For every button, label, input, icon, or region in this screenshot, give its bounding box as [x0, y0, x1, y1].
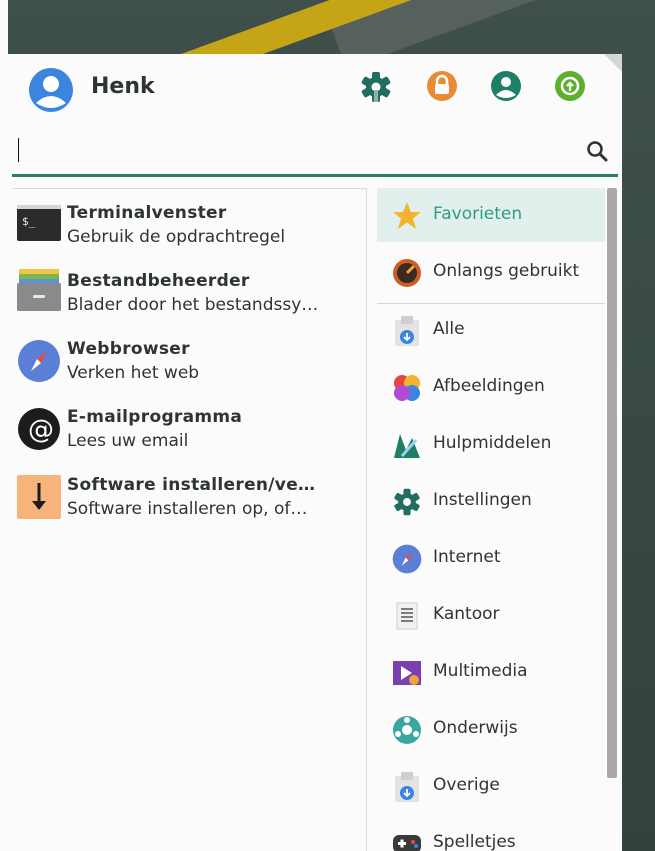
svg-text:@: @	[28, 415, 54, 445]
settings-icon	[392, 487, 422, 521]
app-title: Webbrowser	[67, 339, 190, 359]
multimedia-icon	[392, 658, 422, 692]
category-label: Favorieten	[433, 204, 523, 224]
category-label: Afbeeldingen	[433, 376, 545, 396]
search-icon[interactable]	[586, 140, 608, 166]
internet-icon	[392, 544, 422, 578]
app-item-web-browser[interactable]: Webbrowser Verken het web	[12, 325, 364, 391]
category-label: Instellingen	[433, 490, 532, 510]
app-item-file-manager[interactable]: Bestandbeheerder Blader door het bestand…	[12, 257, 364, 323]
category-label: Onlangs gebruikt	[433, 261, 580, 281]
app-subtitle: Software installeren op, of…	[67, 499, 308, 519]
lock-button[interactable]	[426, 70, 458, 106]
app-subtitle: Gebruik de opdrachtregel	[67, 227, 286, 247]
email-icon: @	[17, 407, 61, 455]
app-item-email[interactable]: @ E-mailprogramma Lees uw email	[12, 393, 364, 459]
image-icon	[392, 373, 422, 407]
category-item-spelletjes[interactable]: Spelletjes	[377, 816, 605, 851]
app-title: Software installeren/ve…	[67, 475, 316, 495]
application-menu: Henk $_ Terminalvenster Gebruik de opdra…	[8, 54, 622, 851]
star-icon	[392, 201, 422, 235]
other-icon	[392, 772, 422, 808]
category-label: Multimedia	[433, 661, 528, 681]
tools-icon	[392, 430, 422, 464]
desktop-edge	[0, 0, 8, 851]
avatar[interactable]	[28, 67, 74, 117]
category-label: Internet	[433, 547, 501, 567]
category-label: Hulpmiddelen	[433, 433, 552, 453]
user-icon	[491, 71, 521, 101]
web-browser-icon	[17, 339, 61, 387]
category-scrollbar[interactable]	[607, 188, 617, 778]
app-subtitle: Verken het web	[67, 363, 200, 383]
app-title: E-mailprogramma	[67, 407, 243, 427]
package-icon	[392, 316, 422, 352]
recent-icon	[392, 258, 422, 292]
category-item-multimedia[interactable]: Multimedia	[377, 645, 605, 699]
category-item-instellingen[interactable]: Instellingen	[377, 474, 605, 528]
search-field[interactable]	[12, 130, 618, 177]
favorites-app-list: $_ Terminalvenster Gebruik de opdrachtre…	[12, 188, 367, 851]
category-item-onlangs-gebruikt[interactable]: Onlangs gebruikt	[377, 245, 605, 299]
terminal-icon: $_	[17, 205, 61, 245]
lock-icon	[427, 71, 457, 101]
category-list: Favorieten Onlangs gebruikt Alle Afbeeld…	[377, 188, 605, 851]
app-title: Terminalvenster	[67, 203, 227, 223]
app-item-software-install[interactable]: Software installeren/ve… Software instal…	[12, 461, 364, 527]
category-item-kantoor[interactable]: Kantoor	[377, 588, 605, 642]
app-item-terminal[interactable]: $_ Terminalvenster Gebruik de opdrachtre…	[12, 189, 364, 255]
category-item-favorieten[interactable]: Favorieten	[377, 188, 605, 242]
category-item-hulpmiddelen[interactable]: Hulpmiddelen	[377, 417, 605, 471]
category-label: Kantoor	[433, 604, 500, 624]
file-manager-icon	[17, 269, 61, 315]
svg-text:$_: $_	[22, 215, 36, 228]
text-cursor	[18, 138, 19, 162]
category-item-alle[interactable]: Alle	[377, 303, 605, 357]
category-item-overige[interactable]: Overige	[377, 759, 605, 813]
category-label: Alle	[433, 319, 465, 339]
category-label: Spelletjes	[433, 832, 516, 851]
username: Henk	[91, 74, 155, 99]
gear-icon	[361, 72, 391, 102]
power-icon	[555, 71, 585, 101]
category-label: Onderwijs	[433, 718, 518, 738]
app-subtitle: Lees uw email	[67, 431, 189, 451]
category-item-afbeeldingen[interactable]: Afbeeldingen	[377, 360, 605, 414]
app-title: Bestandbeheerder	[67, 271, 250, 291]
office-icon	[392, 601, 422, 635]
category-item-onderwijs[interactable]: Onderwijs	[377, 702, 605, 756]
software-install-icon	[17, 475, 61, 523]
education-icon	[392, 715, 422, 749]
app-subtitle: Blader door het bestandssy…	[67, 295, 319, 315]
category-item-internet[interactable]: Internet	[377, 531, 605, 585]
games-icon	[392, 829, 422, 851]
user-button[interactable]	[490, 70, 522, 106]
power-button[interactable]	[554, 70, 586, 106]
menu-header: Henk	[8, 54, 622, 120]
settings-button[interactable]	[360, 70, 392, 108]
category-label: Overige	[433, 775, 500, 795]
